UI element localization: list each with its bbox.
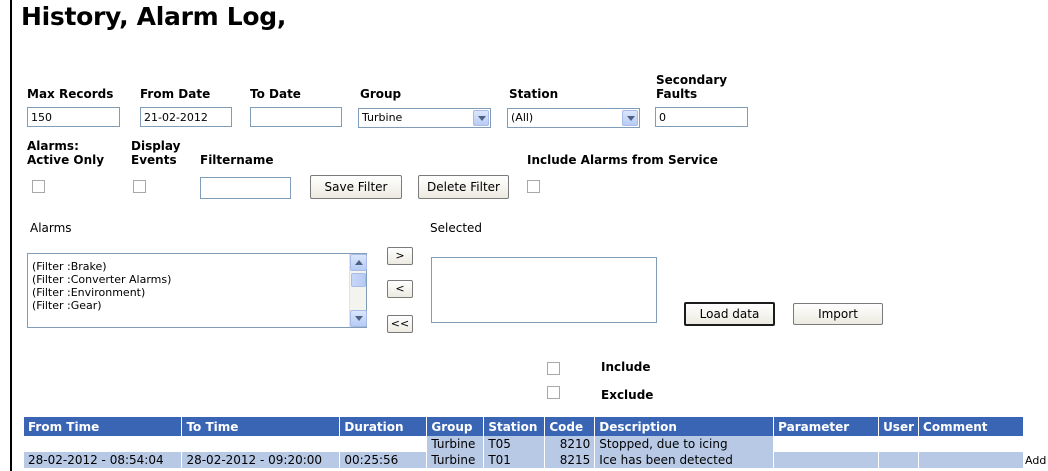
max-records-label: Max Records: [27, 87, 114, 101]
alarms-list-label: Alarms: [30, 221, 72, 235]
column-header-comment[interactable]: Comment: [918, 417, 1024, 436]
add-comment-link[interactable]: Add: [1025, 453, 1046, 469]
delete-filter-button[interactable]: Delete Filter: [418, 175, 509, 199]
table-row[interactable]: 28-02-2012 - 08:54:04 28-02-2012 - 09:20…: [24, 452, 1024, 468]
to-date-input[interactable]: [250, 107, 342, 127]
column-header-station[interactable]: Station: [483, 417, 546, 436]
include-label: Include: [601, 360, 651, 374]
cell-from-time: [24, 436, 183, 452]
include-checkbox[interactable]: [547, 362, 560, 375]
selected-list-label: Selected: [430, 221, 483, 235]
station-select[interactable]: (All): [507, 108, 640, 128]
exclude-label: Exclude: [601, 388, 654, 402]
cell-comment: [918, 436, 1024, 452]
load-data-button[interactable]: Load data: [684, 302, 775, 326]
include-service-label: Include Alarms from Service: [527, 153, 718, 167]
table-header-row: From Time To Time Duration Group Station…: [24, 417, 1024, 436]
max-records-input[interactable]: [27, 107, 120, 127]
group-select-value: Turbine: [362, 111, 403, 124]
column-header-description[interactable]: Description: [594, 417, 775, 436]
from-date-input[interactable]: [140, 107, 232, 127]
alarm-log-table: From Time To Time Duration Group Station…: [24, 417, 1024, 468]
group-label: Group: [360, 87, 402, 101]
cell-description: Stopped, due to icing: [594, 436, 775, 452]
cell-from-time: 28-02-2012 - 08:54:04: [24, 452, 183, 468]
cell-description: Ice has been detected: [594, 452, 775, 468]
selected-listbox[interactable]: [431, 257, 657, 323]
filtername-input[interactable]: [200, 177, 291, 199]
cell-user: [878, 452, 920, 468]
chevron-down-icon[interactable]: [473, 110, 489, 126]
cell-group: Turbine: [426, 452, 485, 468]
alarms-active-label-2: Active Only: [27, 153, 105, 167]
display-events-label-1: Display: [131, 139, 181, 153]
cell-group: Turbine: [426, 436, 485, 452]
alarms-active-only-checkbox[interactable]: [32, 180, 45, 193]
to-date-label: To Date: [250, 87, 301, 101]
cell-to-time: 28-02-2012 - 09:20:00: [181, 452, 341, 468]
column-header-group[interactable]: Group: [426, 417, 485, 436]
save-filter-button[interactable]: Save Filter: [310, 175, 402, 199]
include-service-checkbox[interactable]: [527, 180, 540, 193]
list-item[interactable]: (Filter :Gear): [28, 299, 366, 312]
secondary-faults-label-1: Secondary: [656, 73, 728, 87]
column-header-user[interactable]: User: [878, 417, 920, 436]
page-frame-border: [10, 0, 12, 471]
cell-duration: [339, 436, 428, 452]
cell-user: [878, 436, 920, 452]
column-header-code[interactable]: Code: [544, 417, 596, 436]
secondary-faults-input[interactable]: [655, 107, 748, 127]
cell-duration: 00:25:56: [339, 452, 428, 468]
filtername-label: Filtername: [200, 153, 274, 167]
cell-station: T05: [483, 436, 546, 452]
scroll-thumb[interactable]: [351, 273, 366, 287]
scroll-down-icon[interactable]: [350, 310, 367, 327]
exclude-checkbox[interactable]: [547, 386, 560, 399]
remove-from-selected-button[interactable]: <: [387, 280, 413, 298]
station-select-value: (All): [511, 111, 534, 124]
alarms-scrollbar[interactable]: [349, 254, 367, 327]
list-item[interactable]: (Filter :Converter Alarms): [28, 273, 366, 286]
group-select[interactable]: Turbine: [358, 108, 491, 128]
cell-to-time: [181, 436, 341, 452]
column-header-to-time[interactable]: To Time: [181, 417, 341, 436]
cell-parameter: [773, 436, 880, 452]
import-button[interactable]: Import: [793, 303, 883, 325]
page-title: History, Alarm Log,: [21, 2, 287, 31]
station-label: Station: [509, 87, 559, 101]
remove-all-button[interactable]: <<: [387, 315, 413, 333]
display-events-checkbox[interactable]: [133, 180, 146, 193]
column-header-from-time[interactable]: From Time: [24, 417, 183, 436]
from-date-label: From Date: [140, 87, 211, 101]
cell-comment: [918, 452, 1024, 468]
column-header-duration[interactable]: Duration: [339, 417, 428, 436]
alarms-listbox[interactable]: (Filter :Brake) (Filter :Converter Alarm…: [27, 253, 367, 328]
cell-station: T01: [483, 452, 546, 468]
column-header-parameter[interactable]: Parameter: [773, 417, 880, 436]
list-item[interactable]: (Filter :Environment): [28, 286, 366, 299]
cell-code: 8210: [544, 436, 596, 452]
scroll-up-icon[interactable]: [350, 254, 367, 271]
add-to-selected-button[interactable]: >: [387, 247, 413, 265]
list-item[interactable]: (Filter :Brake): [28, 260, 366, 273]
display-events-label-2: Events: [131, 153, 177, 167]
cell-parameter: [773, 452, 880, 468]
chevron-down-icon[interactable]: [622, 110, 638, 126]
alarms-active-label-1: Alarms:: [27, 139, 79, 153]
table-row[interactable]: Turbine T05 8210 Stopped, due to icing: [24, 436, 1024, 452]
cell-code: 8215: [544, 452, 596, 468]
secondary-faults-label-2: Faults: [656, 87, 698, 101]
